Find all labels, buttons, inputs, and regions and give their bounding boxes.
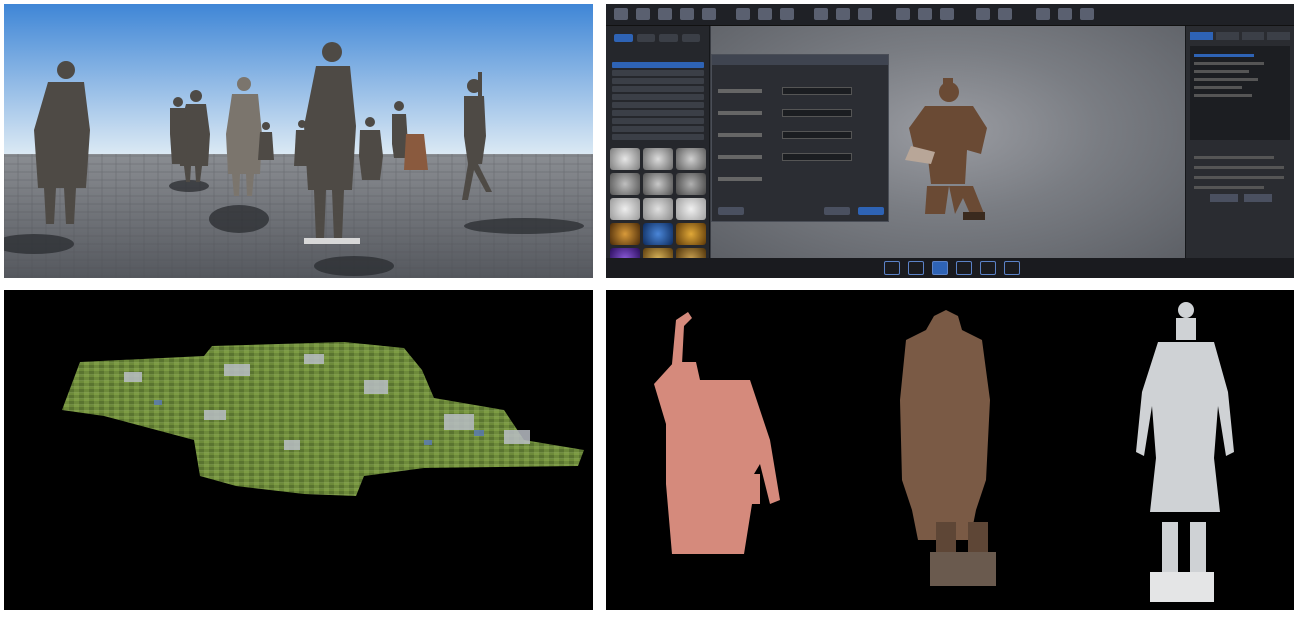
properties-tab[interactable] [1190,32,1213,40]
toolbar-icon[interactable] [1080,8,1094,20]
material-swatch[interactable] [643,173,673,195]
properties-panel [1185,26,1294,258]
toolbar-icon[interactable] [680,8,694,20]
library-tab[interactable] [659,34,678,42]
tree-item[interactable] [612,126,704,132]
properties-tab[interactable] [1241,32,1265,40]
dialog-label [718,177,762,181]
tree-item[interactable] [612,62,704,68]
tree-item[interactable] [612,94,704,100]
material-swatch[interactable] [643,148,673,170]
white-warrior-figure [1136,302,1234,602]
toolbar-icon[interactable] [614,8,628,20]
software-panel [606,4,1294,278]
view-mode-icon[interactable] [1004,261,1020,275]
tree-item[interactable] [612,110,704,116]
properties-tab[interactable] [1267,32,1290,40]
toolbar-icon[interactable] [940,8,954,20]
material-swatch[interactable] [610,148,640,170]
toolbar-icon[interactable] [780,8,794,20]
properties-tab[interactable] [1215,32,1239,40]
toolbar-icon[interactable] [702,8,716,20]
top-toolbar [606,4,1294,26]
dialog-label [718,133,762,137]
tree-item[interactable] [612,86,704,92]
tree-item[interactable] [612,118,704,124]
library-tab[interactable] [681,34,700,42]
dialog-field[interactable] [782,153,852,161]
toolbar-icon[interactable] [814,8,828,20]
tree-item[interactable] [612,78,704,84]
3d-viewport[interactable] [711,26,1185,258]
dialog-label [718,89,762,93]
toolbar-icon[interactable] [896,8,910,20]
material-swatch[interactable] [676,148,706,170]
dialog-ok-button[interactable] [858,207,884,215]
toolbar-icon[interactable] [918,8,932,20]
material-swatch[interactable] [610,223,640,245]
view-mode-icon[interactable] [980,261,996,275]
dialog-field[interactable] [782,109,852,117]
terrain-model [62,342,584,496]
view-mode-icon[interactable] [884,261,900,275]
toolbar-icon[interactable] [658,8,672,20]
terrain-surface [62,342,584,496]
terrain-panel [4,290,593,610]
view-mode-icon[interactable] [932,261,948,275]
view-mode-icon[interactable] [908,261,924,275]
dialog-label [718,155,762,159]
panel-button[interactable] [1210,194,1238,202]
tree-item[interactable] [612,102,704,108]
toolbar-icon[interactable] [1058,8,1072,20]
tree-item[interactable] [612,134,704,140]
scene-image [4,4,593,278]
material-tree [612,60,704,142]
toolbar-icon[interactable] [858,8,872,20]
toolbar-icon[interactable] [736,8,750,20]
bottom-toolbar [606,258,1294,278]
library-tab[interactable] [614,34,633,42]
scene-outline [1190,46,1290,140]
toolbar-icon[interactable] [836,8,850,20]
material-swatch[interactable] [676,198,706,220]
toolbar-icon[interactable] [998,8,1012,20]
figure-models [654,302,1234,602]
library-sidebar [606,26,710,270]
library-tab[interactable] [636,34,655,42]
material-swatch[interactable] [676,223,706,245]
material-swatch[interactable] [610,198,640,220]
material-swatch[interactable] [643,223,673,245]
dialog-title-bar [712,55,888,65]
brown-warrior-figure [900,310,996,586]
red-torso-figure [654,312,780,554]
figures-panel [606,290,1294,610]
panel-button[interactable] [1244,194,1272,202]
material-swatch[interactable] [676,173,706,195]
settings-dialog [711,54,889,222]
toolbar-icon[interactable] [1036,8,1050,20]
material-swatch[interactable] [610,173,640,195]
dialog-field[interactable] [782,131,852,139]
dialog-button[interactable] [718,207,744,215]
scene-panel [4,4,593,278]
material-swatch[interactable] [643,198,673,220]
toolbar-icon[interactable] [636,8,650,20]
dialog-button[interactable] [824,207,850,215]
toolbar-icon[interactable] [976,8,990,20]
dialog-field[interactable] [782,87,852,95]
view-mode-icon[interactable] [956,261,972,275]
toolbar-icon[interactable] [758,8,772,20]
tree-item[interactable] [612,70,704,76]
material-swatches [610,148,706,270]
dialog-label [718,111,762,115]
